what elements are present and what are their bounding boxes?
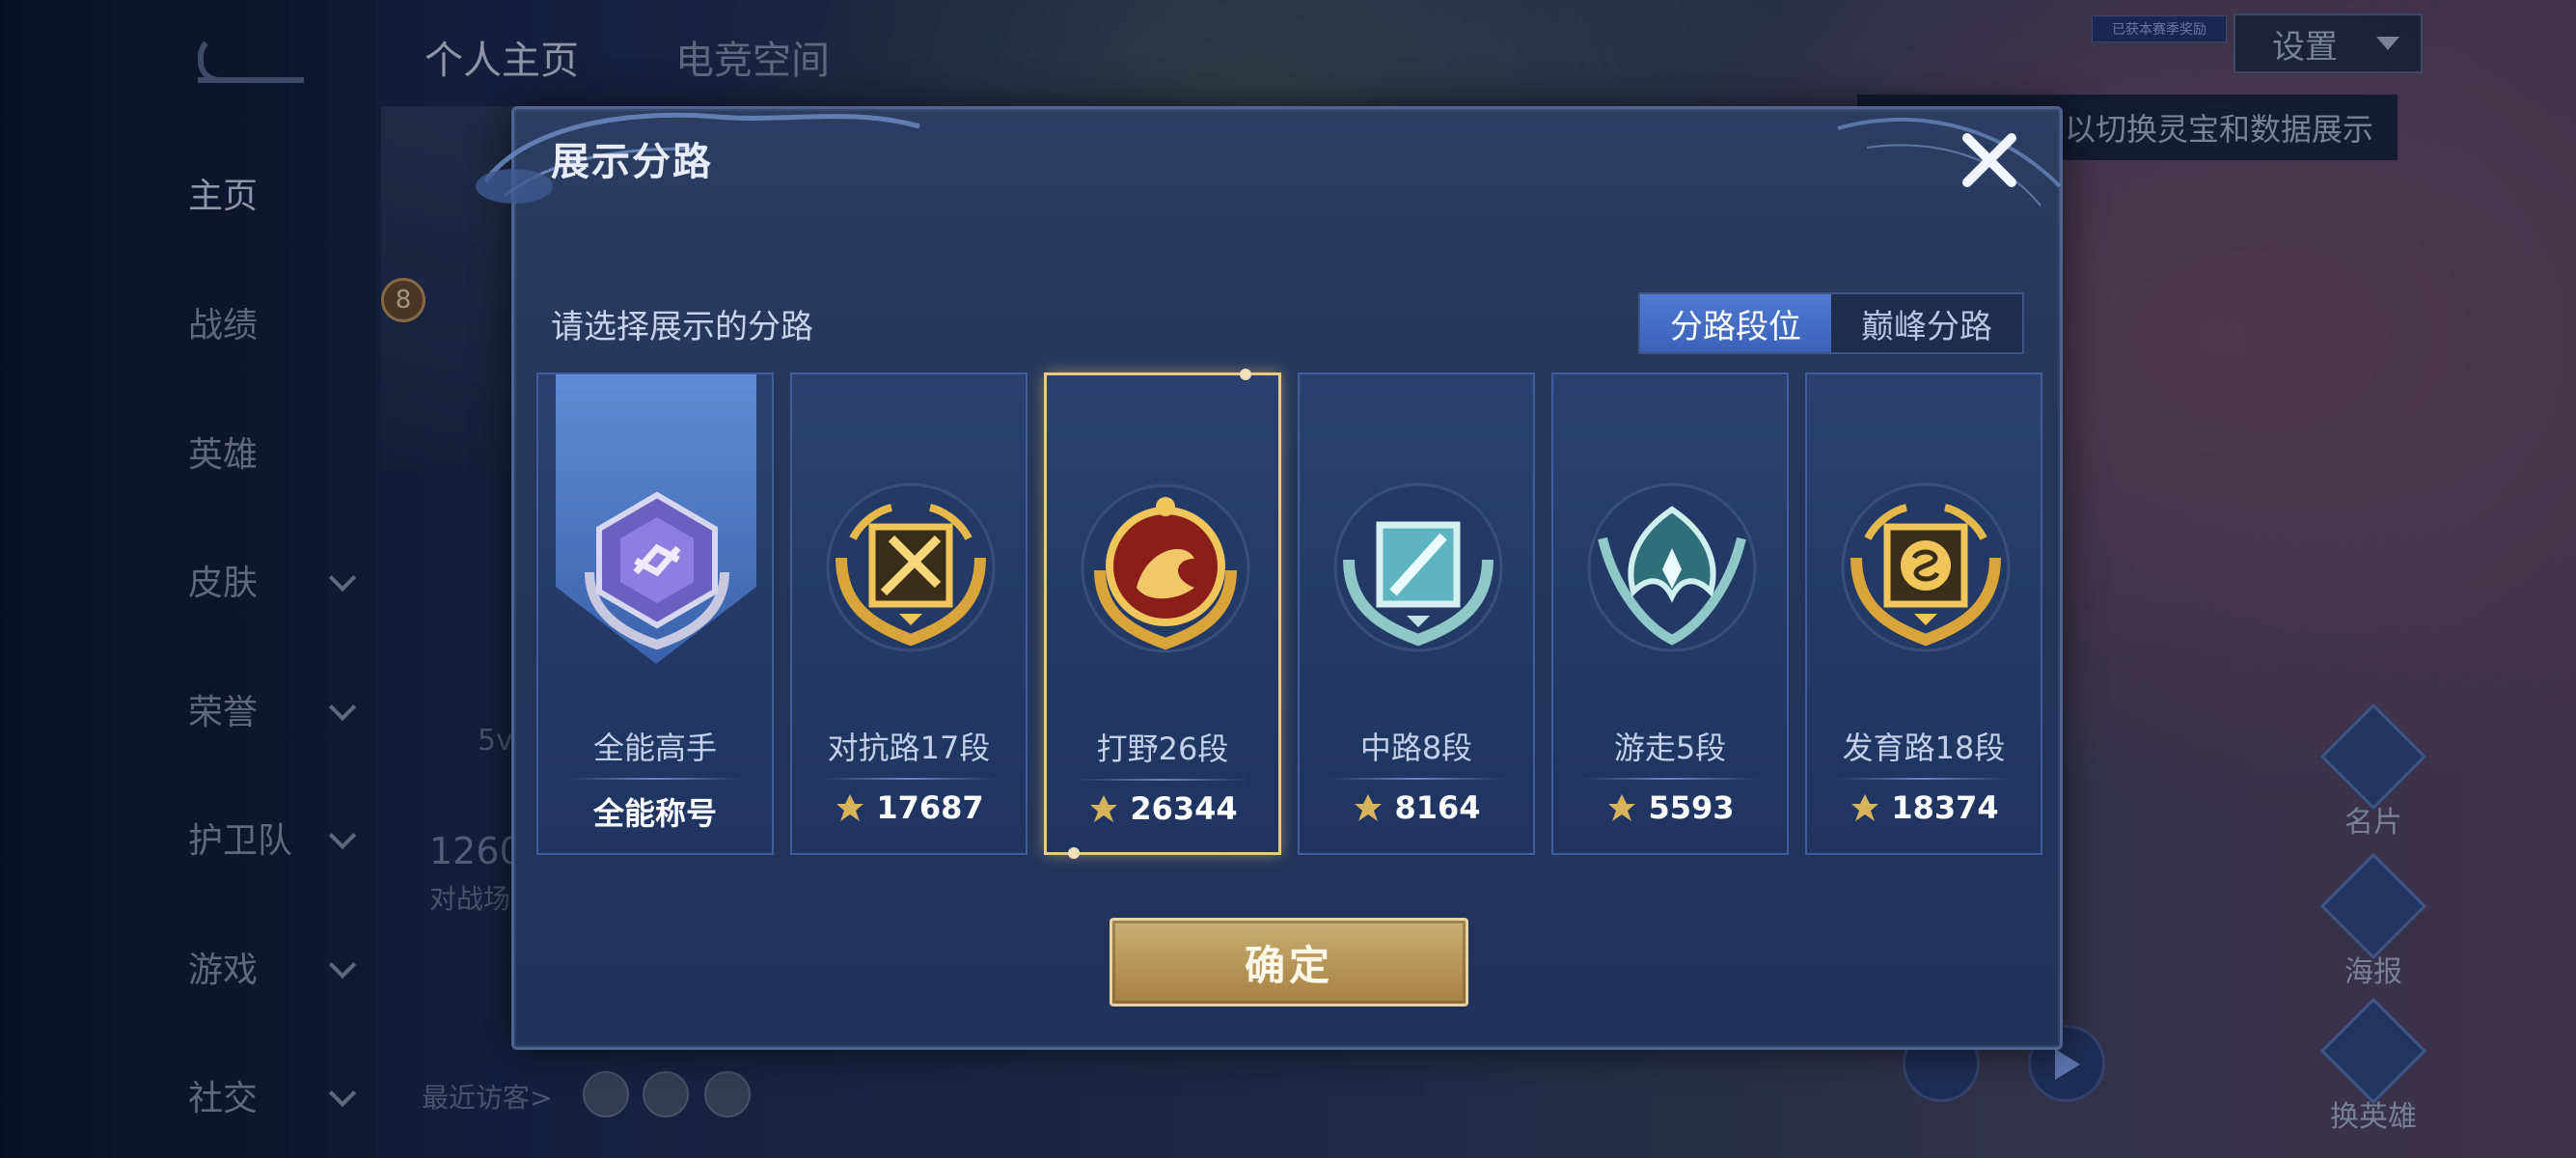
divider — [1076, 779, 1249, 781]
lane-display-dialog: 展示分路 请选择展示的分路 分路段位 巅峰分路 全能高手 全能称号 对抗路17段… — [476, 106, 2063, 1050]
decorative-swirl — [1837, 117, 2062, 207]
lane-card-score: 18374 — [1891, 789, 1999, 826]
tab-peak-lane[interactable]: 巅峰分路 — [1831, 294, 2022, 352]
rank-points-icon — [1851, 794, 1879, 821]
lane-card-score: 5593 — [1648, 789, 1735, 826]
lane-card-label: 发育路18段 — [1842, 730, 2006, 766]
lane-card-label: 中路8段 — [1359, 730, 1473, 766]
gold-dragon-emblem — [1081, 483, 1250, 653]
dialog-title: 展示分路 — [551, 140, 713, 184]
lane-card-score: 8164 — [1394, 789, 1481, 826]
lane-card-allround[interactable]: 全能高手 全能称号 — [536, 372, 774, 855]
display-mode-toggle: 分路段位 巅峰分路 — [1638, 292, 2024, 354]
lane-card-roam[interactable]: 游走5段 5593 — [1551, 372, 1789, 855]
lane-cards: 全能高手 全能称号 对抗路17段 17687 打野26段 26344 中路8段 … — [536, 369, 2043, 859]
lane-card-value: 8164 — [1300, 789, 1533, 826]
rank-points-icon — [1608, 794, 1636, 821]
lane-card-label: 对抗路17段 — [827, 730, 991, 766]
divider — [1836, 778, 2012, 780]
divider — [1329, 778, 1504, 780]
lane-card-label: 全能高手 — [592, 730, 717, 766]
gold-sword-emblem — [826, 482, 996, 652]
divider — [821, 778, 997, 780]
selection-knob — [1240, 369, 1251, 380]
lane-card-top[interactable]: 对抗路17段 17687 — [790, 372, 1028, 855]
teal-wings-emblem — [1587, 482, 1757, 652]
lane-card-label: 游走5段 — [1613, 730, 1727, 766]
lane-card-value: 5593 — [1553, 789, 1787, 826]
lane-card-value: 26344 — [1047, 790, 1278, 827]
lane-card-score: 17687 — [876, 789, 984, 826]
lane-card-score: 26344 — [1130, 790, 1238, 827]
lane-card-score: 全能称号 — [592, 795, 717, 832]
lane-card-value: 17687 — [792, 789, 1026, 826]
gold-coin-emblem — [1841, 482, 2011, 652]
tab-lane-rank[interactable]: 分路段位 — [1640, 294, 1831, 352]
dialog-subtitle: 请选择展示的分路 — [551, 308, 813, 346]
close-icon[interactable] — [1956, 126, 2023, 194]
lane-card-label: 打野26段 — [1096, 731, 1229, 767]
selection-knob — [1068, 847, 1080, 859]
purple-allround-emblem — [585, 491, 729, 650]
divider — [567, 778, 743, 780]
lane-card-value: 18374 — [1807, 789, 2041, 826]
confirm-button[interactable]: 确定 — [1110, 918, 1468, 1006]
lane-card-value: 全能称号 — [538, 789, 772, 834]
rank-points-icon — [836, 794, 864, 821]
lane-card-mid[interactable]: 中路8段 8164 — [1298, 372, 1535, 855]
lane-card-jungle[interactable]: 打野26段 26344 — [1044, 369, 1281, 859]
lane-card-farm[interactable]: 发育路18段 18374 — [1805, 372, 2042, 855]
rank-points-icon — [1355, 794, 1383, 821]
decorative-swirl — [476, 112, 920, 204]
divider — [1582, 778, 1758, 780]
rank-points-icon — [1090, 795, 1118, 822]
teal-staff-emblem — [1333, 482, 1503, 652]
